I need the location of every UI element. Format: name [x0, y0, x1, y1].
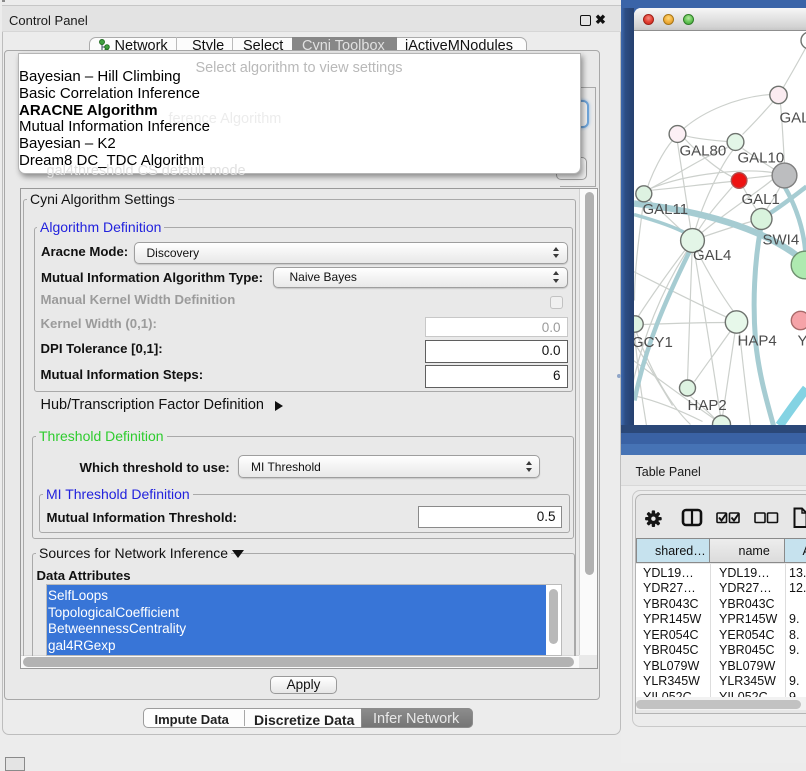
- svg-text:HAP2: HAP2: [687, 397, 726, 414]
- svg-text:GAL11: GAL11: [642, 201, 688, 218]
- svg-text:GCY1: GCY1: [634, 334, 673, 351]
- svg-text:GAL10: GAL10: [737, 149, 784, 166]
- svg-text:GAL80: GAL80: [679, 142, 726, 159]
- svg-text:GAL4: GAL4: [693, 247, 731, 264]
- svg-text:GAL7: GAL7: [779, 109, 806, 126]
- svg-text:SWI4: SWI4: [762, 231, 799, 248]
- svg-text:HAP4: HAP4: [737, 332, 776, 349]
- svg-text:Y: Y: [797, 332, 806, 349]
- svg-text:GAL1: GAL1: [741, 191, 779, 208]
